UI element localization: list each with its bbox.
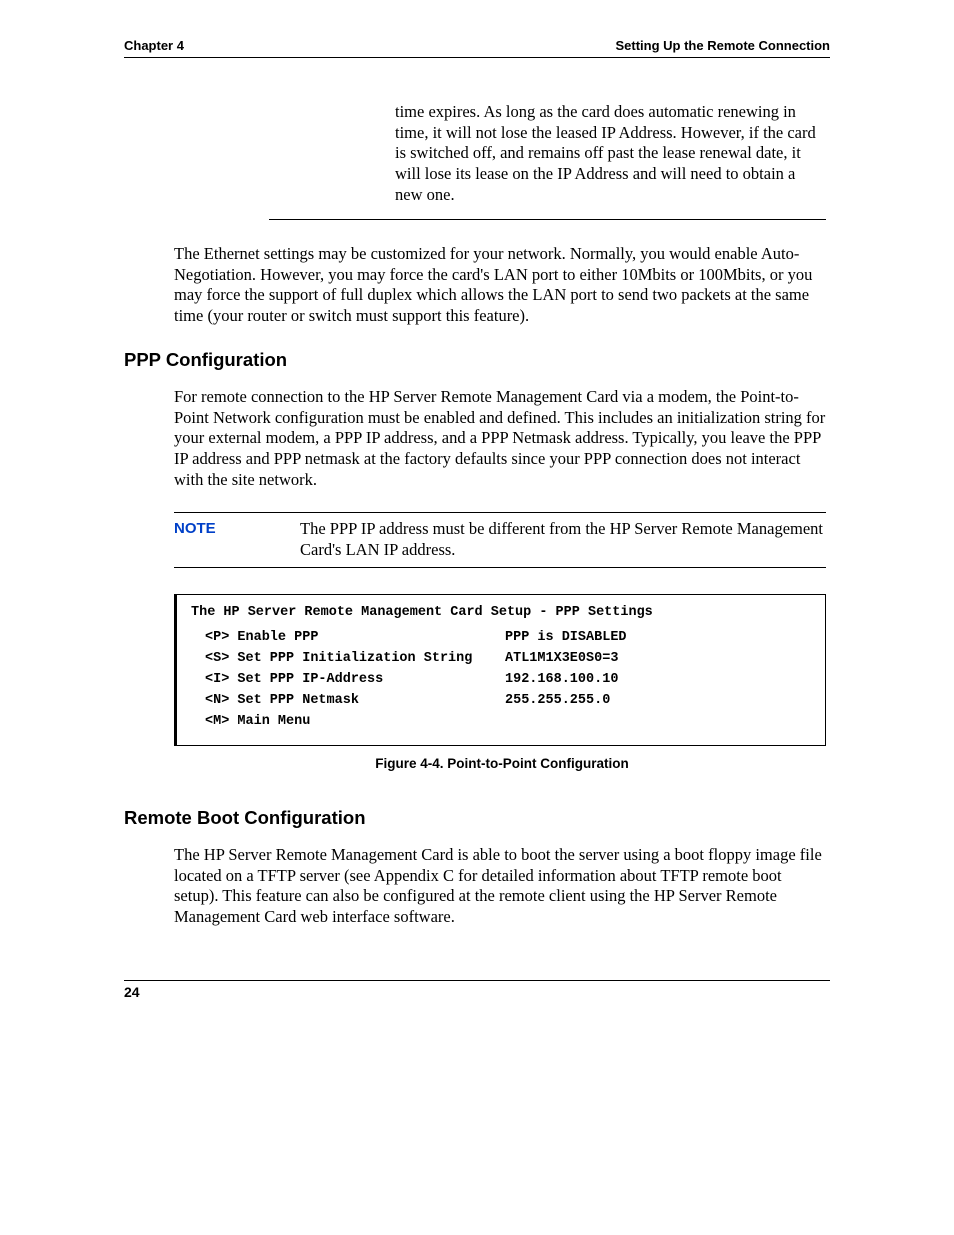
terminal-screenshot: The HP Server Remote Management Card Set…	[174, 594, 826, 746]
ppp-configuration-heading: PPP Configuration	[124, 349, 830, 371]
chapter-title: Setting Up the Remote Connection	[616, 38, 831, 53]
terminal-row: <I> Set PPP IP-Address 192.168.100.10	[191, 672, 811, 687]
note-text: The PPP IP address must be different fro…	[300, 519, 826, 560]
remote-boot-heading: Remote Boot Configuration	[124, 807, 830, 829]
note-label: NOTE	[174, 519, 300, 560]
continued-note-block: time expires. As long as the card does a…	[269, 102, 826, 220]
remote-boot-paragraph: The HP Server Remote Management Card is …	[174, 845, 826, 928]
terminal-row: <M> Main Menu	[191, 714, 811, 729]
ppp-configuration-paragraph: For remote connection to the HP Server R…	[174, 387, 826, 490]
chapter-label: Chapter 4	[124, 38, 184, 53]
terminal-row-left: <S> Set PPP Initialization String	[205, 651, 505, 666]
terminal-row-left: <N> Set PPP Netmask	[205, 693, 505, 708]
terminal-row-left: <P> Enable PPP	[205, 630, 505, 645]
terminal-row-left: <M> Main Menu	[205, 714, 505, 729]
terminal-row: <N> Set PPP Netmask 255.255.255.0	[191, 693, 811, 708]
page-footer: 24	[124, 980, 830, 1000]
terminal-title: The HP Server Remote Management Card Set…	[191, 605, 811, 620]
terminal-row-right: ATL1M1X3E0S0=3	[505, 651, 618, 666]
terminal-row-left: <I> Set PPP IP-Address	[205, 672, 505, 687]
terminal-row: <S> Set PPP Initialization String ATL1M1…	[191, 651, 811, 666]
page-header: Chapter 4 Setting Up the Remote Connecti…	[124, 38, 830, 58]
ppp-note-block: NOTE The PPP IP address must be differen…	[174, 512, 826, 567]
terminal-row: <P> Enable PPP PPP is DISABLED	[191, 630, 811, 645]
ethernet-paragraph: The Ethernet settings may be customized …	[174, 244, 826, 327]
terminal-row-right: 255.255.255.0	[505, 693, 610, 708]
page-number: 24	[124, 984, 140, 1000]
terminal-row-right: 192.168.100.10	[505, 672, 618, 687]
figure-caption: Figure 4-4. Point-to-Point Configuration	[174, 756, 830, 771]
terminal-row-right: PPP is DISABLED	[505, 630, 627, 645]
continued-note-text: time expires. As long as the card does a…	[269, 102, 826, 205]
